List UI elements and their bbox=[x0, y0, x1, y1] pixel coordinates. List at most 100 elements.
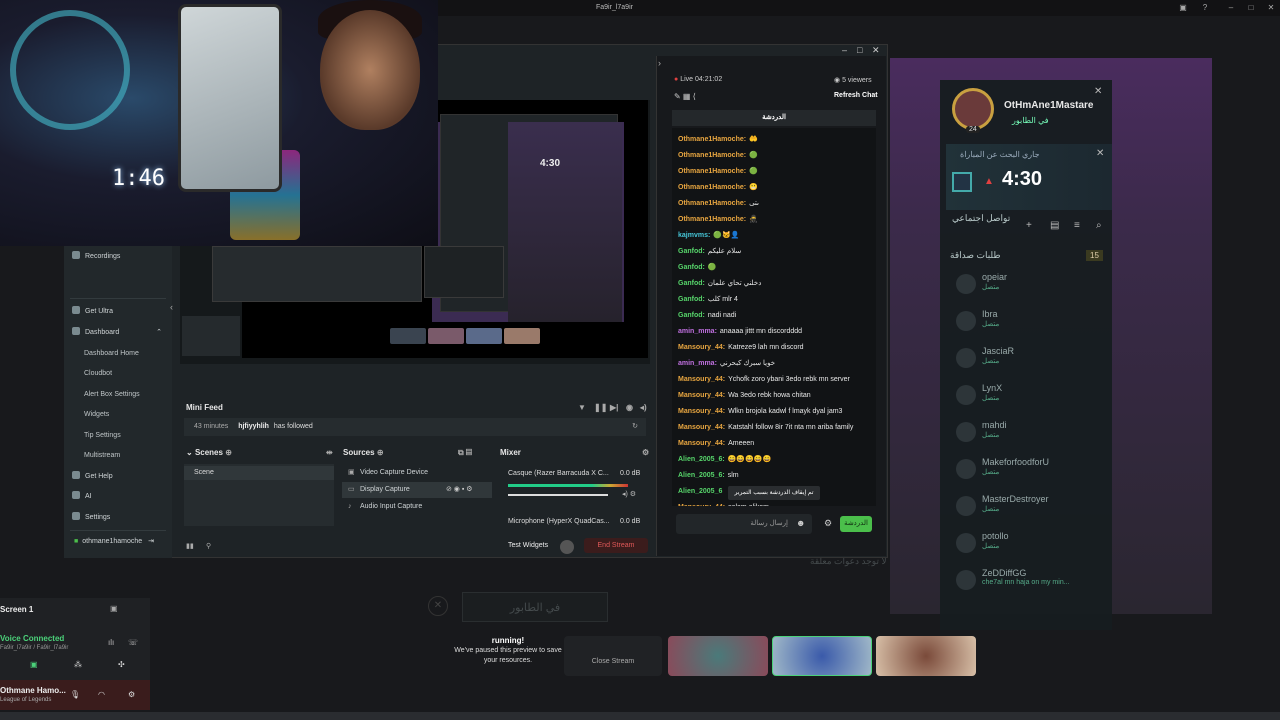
sidebar-item-dashboard[interactable]: Dashboard ⌃ bbox=[64, 324, 172, 342]
chat-send-button[interactable]: الدردشة bbox=[840, 516, 872, 532]
friend-item[interactable]: potollo متصل bbox=[956, 531, 1009, 553]
help-icon[interactable]: ? bbox=[1200, 3, 1210, 13]
source-folder-icon[interactable]: ⧉ ▤ bbox=[458, 448, 472, 462]
volume-slider[interactable] bbox=[508, 494, 608, 496]
chat-username[interactable]: Alien_2005_6: bbox=[678, 472, 725, 479]
sidebar-item-alert-box[interactable]: Alert Box Settings bbox=[64, 386, 172, 404]
chat-tab[interactable]: الدردشة bbox=[672, 110, 876, 126]
mixer-controls-icon[interactable]: ◂) ⚙ bbox=[622, 490, 636, 498]
logout-icon[interactable]: ⇥ bbox=[148, 538, 154, 545]
profile-avatar[interactable] bbox=[952, 88, 994, 130]
collapse-chat-icon[interactable]: › bbox=[658, 58, 661, 68]
chat-username[interactable]: kajmvms: bbox=[678, 232, 710, 239]
close-icon[interactable]: ✕ bbox=[1094, 86, 1102, 97]
folder-icon[interactable]: ▤ bbox=[1050, 220, 1059, 231]
minimize-icon[interactable]: – bbox=[1226, 3, 1236, 13]
sidebar-item-settings[interactable]: Settings bbox=[64, 509, 172, 527]
camera-icon[interactable]: ▣ bbox=[30, 660, 38, 669]
pin-icon[interactable]: ⚲ bbox=[206, 542, 211, 550]
chat-username[interactable]: Mansoury_44: bbox=[678, 504, 725, 506]
chat-username[interactable]: Alien_2005_6 bbox=[678, 488, 722, 495]
volume-icon[interactable]: ◂) bbox=[640, 403, 647, 412]
sidebar-item-get-help[interactable]: Get Help bbox=[64, 468, 172, 486]
chat-username[interactable]: Othmane1Hamoche: bbox=[678, 168, 746, 175]
friend-item[interactable]: opeiar متصل bbox=[956, 272, 1007, 294]
friend-item[interactable]: ZeDDiffGG che7al mn haja on my min... bbox=[956, 568, 1070, 590]
mic-icon[interactable]: 🎙︎ bbox=[70, 690, 80, 699]
mute-icon[interactable]: ◉ bbox=[626, 403, 633, 412]
friend-item[interactable]: MakeforfoodforU متصل bbox=[956, 457, 1049, 479]
maximize-icon[interactable]: □ bbox=[857, 45, 862, 55]
cancel-queue-button[interactable]: ✕ bbox=[428, 596, 448, 616]
voice-channel[interactable]: Fa9ir_l7a9ir / Fa9ir_l7a9ir bbox=[0, 645, 68, 651]
friend-item[interactable]: Ibra متصل bbox=[956, 309, 999, 331]
chat-username[interactable]: Mansoury_44: bbox=[678, 408, 725, 415]
discord-user[interactable]: Othmane Hamo... bbox=[0, 686, 66, 695]
participant-tile[interactable] bbox=[668, 636, 768, 676]
source-item[interactable]: ▭ Display Capture ⊘ ◉ ▪ ⚙ bbox=[342, 482, 492, 498]
chat-username[interactable]: Mansoury_44: bbox=[678, 376, 725, 383]
sidebar-item-cloudbot[interactable]: Cloudbot bbox=[64, 365, 172, 383]
chat-username[interactable]: Ganfod: bbox=[678, 280, 705, 287]
chat-tools-icon[interactable]: ✎ ▦ ⟨ bbox=[674, 92, 696, 101]
chat-username[interactable]: Othmane1Hamoche: bbox=[678, 136, 746, 143]
chat-username[interactable]: Ganfod: bbox=[678, 296, 705, 303]
chat-username[interactable]: Othmane1Hamoche: bbox=[678, 216, 746, 223]
search-icon[interactable]: ⌕ bbox=[1096, 220, 1102, 231]
chat-username[interactable]: Ganfod: bbox=[678, 248, 705, 255]
chat-username[interactable]: Othmane1Hamoche: bbox=[678, 200, 746, 207]
friend-item[interactable]: MasterDestroyer متصل bbox=[956, 494, 1049, 516]
close-icon[interactable]: ✕ bbox=[1266, 3, 1276, 13]
sidebar-item-multistream[interactable]: Multistream bbox=[64, 447, 172, 465]
end-stream-button[interactable]: End Stream bbox=[584, 538, 648, 553]
activity-icon[interactable]: ⁂ bbox=[74, 660, 82, 669]
participant-tile[interactable] bbox=[876, 636, 976, 676]
scene-transition-icon[interactable]: ⇹ bbox=[326, 448, 333, 462]
close-icon[interactable]: ✕ bbox=[872, 45, 880, 56]
settings-icon[interactable]: ⚙ bbox=[128, 690, 135, 699]
collapse-sidebar-icon[interactable]: ‹ bbox=[170, 302, 173, 312]
pause-icon[interactable]: ❚❚ bbox=[594, 403, 607, 412]
chat-username[interactable]: Alien_2005_6: bbox=[678, 456, 725, 463]
window-icon[interactable]: ▣ bbox=[1178, 3, 1188, 13]
soundboard-icon[interactable]: ✣ bbox=[118, 660, 125, 669]
sidebar-item-recordings[interactable]: Recordings bbox=[64, 248, 172, 266]
skip-icon[interactable]: ▶| bbox=[610, 403, 618, 412]
maximize-icon[interactable]: □ bbox=[1246, 3, 1256, 13]
user-profile[interactable]: ■ othmane1hamoche ⇥ bbox=[64, 532, 172, 552]
filter-icon[interactable]: ▼ bbox=[578, 403, 586, 412]
add-scene-icon[interactable]: ⊕ bbox=[225, 448, 232, 457]
list-icon[interactable]: ≡ bbox=[1074, 220, 1080, 231]
chat-input[interactable]: إرسال رسالة bbox=[676, 514, 812, 534]
sidebar-item-widgets[interactable]: Widgets bbox=[64, 406, 172, 424]
scene-item[interactable]: Scene bbox=[184, 466, 334, 480]
friend-item[interactable]: LynX متصل bbox=[956, 383, 1002, 405]
sidebar-item-ai[interactable]: AI bbox=[64, 488, 172, 506]
refresh-chat-button[interactable]: Refresh Chat bbox=[834, 92, 878, 99]
chat-messages[interactable]: Othmane1Hamoche: 🤲 Othmane1Hamoche: 🟢 Othman… bbox=[672, 128, 876, 506]
disconnect-icon[interactable]: ☏ bbox=[128, 638, 138, 647]
queue-button[interactable]: في الطابور bbox=[462, 592, 608, 622]
participant-tile[interactable] bbox=[772, 636, 872, 676]
sidebar-item-tip-settings[interactable]: Tip Settings bbox=[64, 427, 172, 445]
close-stream-button[interactable]: Close Stream bbox=[564, 636, 662, 676]
sidebar-item-get-ultra[interactable]: Get Ultra bbox=[64, 303, 172, 321]
replay-icon[interactable]: ↻ bbox=[632, 418, 638, 436]
source-item[interactable]: ▣ Video Capture Device bbox=[342, 465, 492, 481]
friend-item[interactable]: JasciaR متصل bbox=[956, 346, 1014, 368]
test-widgets-button[interactable]: Test Widgets bbox=[508, 542, 548, 549]
headphones-icon[interactable]: ◠ bbox=[98, 690, 105, 699]
chat-settings-icon[interactable]: ⚙ bbox=[824, 518, 832, 529]
chat-username[interactable]: Mansoury_44: bbox=[678, 344, 725, 351]
emoji-icon[interactable]: ☻ bbox=[796, 518, 805, 528]
close-queue-icon[interactable]: ✕ bbox=[1096, 148, 1104, 159]
chat-username[interactable]: amin_mma: bbox=[678, 360, 717, 367]
source-item[interactable]: ♪ Audio Input Capture bbox=[342, 499, 492, 515]
chat-username[interactable]: Ganfod: bbox=[678, 312, 705, 319]
chat-username[interactable]: amin_mma: bbox=[678, 328, 717, 335]
chat-username[interactable]: Othmane1Hamoche: bbox=[678, 184, 746, 191]
test-widgets-toggle[interactable] bbox=[560, 540, 574, 554]
chat-username[interactable]: Mansoury_44: bbox=[678, 440, 725, 447]
screen-share-icon[interactable]: ▣ bbox=[110, 604, 118, 613]
mixer-settings-icon[interactable]: ⚙ bbox=[642, 448, 649, 462]
